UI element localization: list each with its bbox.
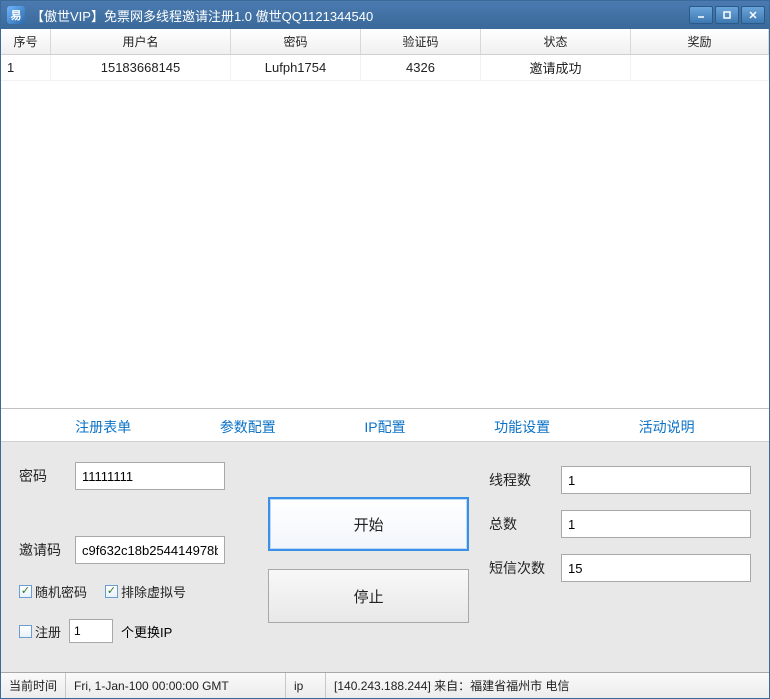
- tab-strip: 注册表单 参数配置 IP配置 功能设置 活动说明: [1, 409, 769, 441]
- settings-panel: 密码 邀请码 随机密码 排除虚拟号: [1, 441, 769, 672]
- exclude-virtual-checkbox[interactable]: 排除虚拟号: [105, 582, 186, 601]
- cell-reward: [631, 55, 769, 80]
- left-column: 密码 邀请码 随机密码 排除虚拟号: [19, 462, 248, 658]
- col-pass[interactable]: 密码: [231, 29, 361, 54]
- cell-state: 邀请成功: [481, 55, 631, 80]
- col-user[interactable]: 用户名: [51, 29, 231, 54]
- start-button[interactable]: 开始: [268, 497, 469, 551]
- sms-input[interactable]: [561, 554, 751, 582]
- random-password-label: 随机密码: [35, 582, 87, 601]
- cell-code: 4326: [361, 55, 481, 80]
- maximize-button[interactable]: [715, 6, 739, 24]
- sms-label: 短信次数: [489, 558, 549, 578]
- grid-header: 序号 用户名 密码 验证码 状态 奖励: [1, 29, 769, 55]
- minimize-button[interactable]: [689, 6, 713, 24]
- col-reward[interactable]: 奖励: [631, 29, 769, 54]
- content-area: 序号 用户名 密码 验证码 状态 奖励 1 15183668145 Lufph1…: [1, 29, 769, 698]
- tab-feature-settings[interactable]: 功能设置: [486, 413, 558, 441]
- app-icon: 易: [7, 6, 25, 24]
- threads-label: 线程数: [489, 470, 549, 490]
- title-bar[interactable]: 易 【傲世VIP】免票网多线程邀请注册1.0 傲世QQ1121344540: [1, 1, 769, 29]
- stop-button[interactable]: 停止: [268, 569, 469, 623]
- register-checkbox[interactable]: 注册: [19, 622, 61, 641]
- close-button[interactable]: [741, 6, 765, 24]
- col-seq[interactable]: 序号: [1, 29, 51, 54]
- status-bar: 当前时间 Fri, 1-Jan-100 00:00:00 GMT ip [140…: [1, 672, 769, 698]
- invite-input[interactable]: [75, 536, 225, 564]
- col-state[interactable]: 状态: [481, 29, 631, 54]
- threads-input[interactable]: [561, 466, 751, 494]
- total-input[interactable]: [561, 510, 751, 538]
- invite-label: 邀请码: [19, 540, 63, 560]
- change-ip-count-input[interactable]: [69, 619, 113, 643]
- cell-seq: 1: [1, 55, 51, 80]
- right-column: 线程数 总数 短信次数: [489, 462, 751, 658]
- window-title: 【傲世VIP】免票网多线程邀请注册1.0 傲世QQ1121344540: [31, 6, 689, 25]
- tab-ip-config[interactable]: IP配置: [356, 413, 413, 441]
- checkbox-icon: [19, 585, 32, 598]
- tab-param-config[interactable]: 参数配置: [212, 413, 284, 441]
- data-grid: 序号 用户名 密码 验证码 状态 奖励 1 15183668145 Lufph1…: [1, 29, 769, 409]
- status-time-label: 当前时间: [1, 673, 66, 698]
- cell-user: 15183668145: [51, 55, 231, 80]
- app-window: 易 【傲世VIP】免票网多线程邀请注册1.0 傲世QQ1121344540 序号…: [0, 0, 770, 699]
- cell-pass: Lufph1754: [231, 55, 361, 80]
- checkbox-icon: [19, 625, 32, 638]
- mid-column: 开始 停止: [268, 462, 469, 658]
- checkbox-icon: [105, 585, 118, 598]
- status-time-value: Fri, 1-Jan-100 00:00:00 GMT: [66, 673, 286, 698]
- grid-body[interactable]: 1 15183668145 Lufph1754 4326 邀请成功: [1, 55, 769, 408]
- change-ip-suffix: 个更换IP: [121, 622, 172, 641]
- random-password-checkbox[interactable]: 随机密码: [19, 582, 87, 601]
- tab-activity-info[interactable]: 活动说明: [631, 413, 703, 441]
- exclude-virtual-label: 排除虚拟号: [121, 582, 186, 601]
- status-ip-label: ip: [286, 673, 326, 698]
- status-ip-value: [140.243.188.244] 来自：福建省福州市 电信: [326, 673, 769, 698]
- col-code[interactable]: 验证码: [361, 29, 481, 54]
- table-row[interactable]: 1 15183668145 Lufph1754 4326 邀请成功: [1, 55, 769, 81]
- total-label: 总数: [489, 514, 549, 534]
- tab-register-form[interactable]: 注册表单: [67, 413, 139, 441]
- register-label: 注册: [35, 622, 61, 641]
- password-input[interactable]: [75, 462, 225, 490]
- password-label: 密码: [19, 466, 63, 486]
